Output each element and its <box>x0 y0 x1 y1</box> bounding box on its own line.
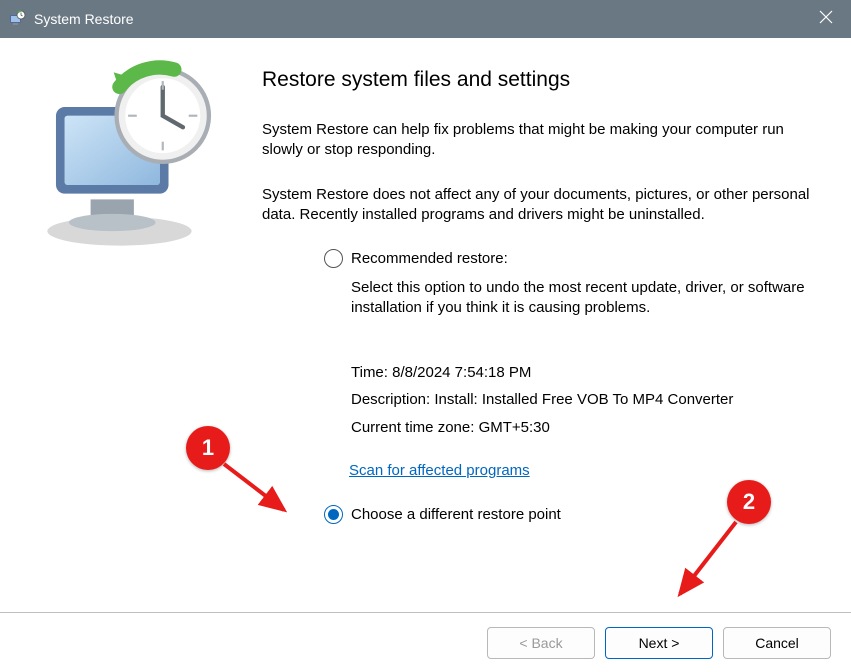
radio-icon <box>324 249 343 268</box>
scan-affected-programs-link[interactable]: Scan for affected programs <box>349 462 530 479</box>
detail-time: Time: 8/8/2024 7:54:18 PM <box>351 359 811 387</box>
back-button: < Back <box>487 627 595 659</box>
intro-paragraph-1: System Restore can help fix problems tha… <box>262 120 811 161</box>
titlebar-title: System Restore <box>34 11 134 27</box>
next-button[interactable]: Next > <box>605 627 713 659</box>
page-heading: Restore system files and settings <box>262 68 811 92</box>
scan-affected-programs-link-wrapper: Scan for affected programs <box>349 462 811 479</box>
radio-choose-different-restore-point[interactable]: Choose a different restore point <box>324 505 811 524</box>
titlebar: System Restore <box>0 0 851 38</box>
detail-timezone: Current time zone: GMT+5:30 <box>351 414 811 442</box>
restore-options: Recommended restore: Select this option … <box>262 249 811 524</box>
cancel-button[interactable]: Cancel <box>723 627 831 659</box>
left-pane <box>0 38 232 612</box>
restore-point-details: Time: 8/8/2024 7:54:18 PM Description: I… <box>351 359 811 442</box>
detail-description: Description: Install: Installed Free VOB… <box>351 386 811 414</box>
system-restore-icon <box>8 10 26 28</box>
system-restore-graphic-icon <box>30 248 232 263</box>
radio-recommended-restore[interactable]: Recommended restore: <box>324 249 811 268</box>
content-pane: Restore system files and settings System… <box>232 38 851 612</box>
radio-label: Recommended restore: <box>351 250 508 267</box>
radio-icon <box>324 505 343 524</box>
close-icon <box>819 10 833 29</box>
main-area: Restore system files and settings System… <box>0 38 851 612</box>
recommended-description: Select this option to undo the most rece… <box>351 278 811 319</box>
close-button[interactable] <box>801 0 851 38</box>
intro-paragraph-2: System Restore does not affect any of yo… <box>262 185 811 226</box>
radio-label: Choose a different restore point <box>351 506 561 523</box>
wizard-footer: < Back Next > Cancel <box>0 612 851 672</box>
